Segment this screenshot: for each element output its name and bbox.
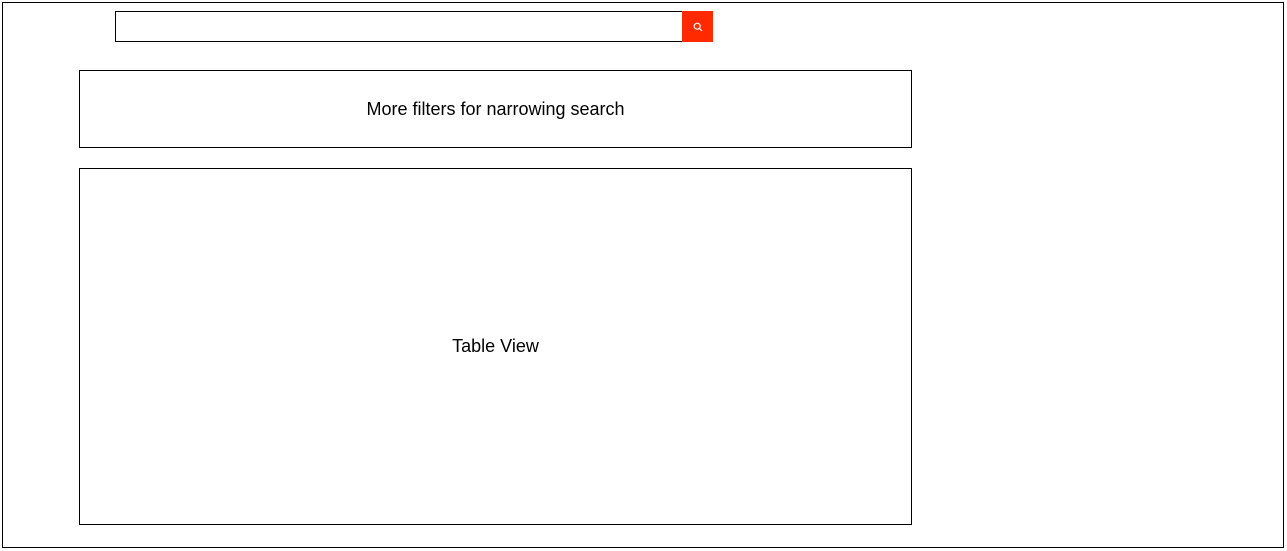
search-button[interactable] bbox=[682, 11, 713, 42]
filters-panel[interactable]: More filters for narrowing search bbox=[79, 70, 912, 148]
table-view-label: Table View bbox=[452, 336, 539, 356]
filters-panel-label: More filters for narrowing search bbox=[366, 98, 625, 119]
table-view-panel[interactable]: Table View bbox=[79, 168, 912, 525]
search-input[interactable] bbox=[115, 11, 683, 42]
search-icon bbox=[693, 22, 703, 32]
